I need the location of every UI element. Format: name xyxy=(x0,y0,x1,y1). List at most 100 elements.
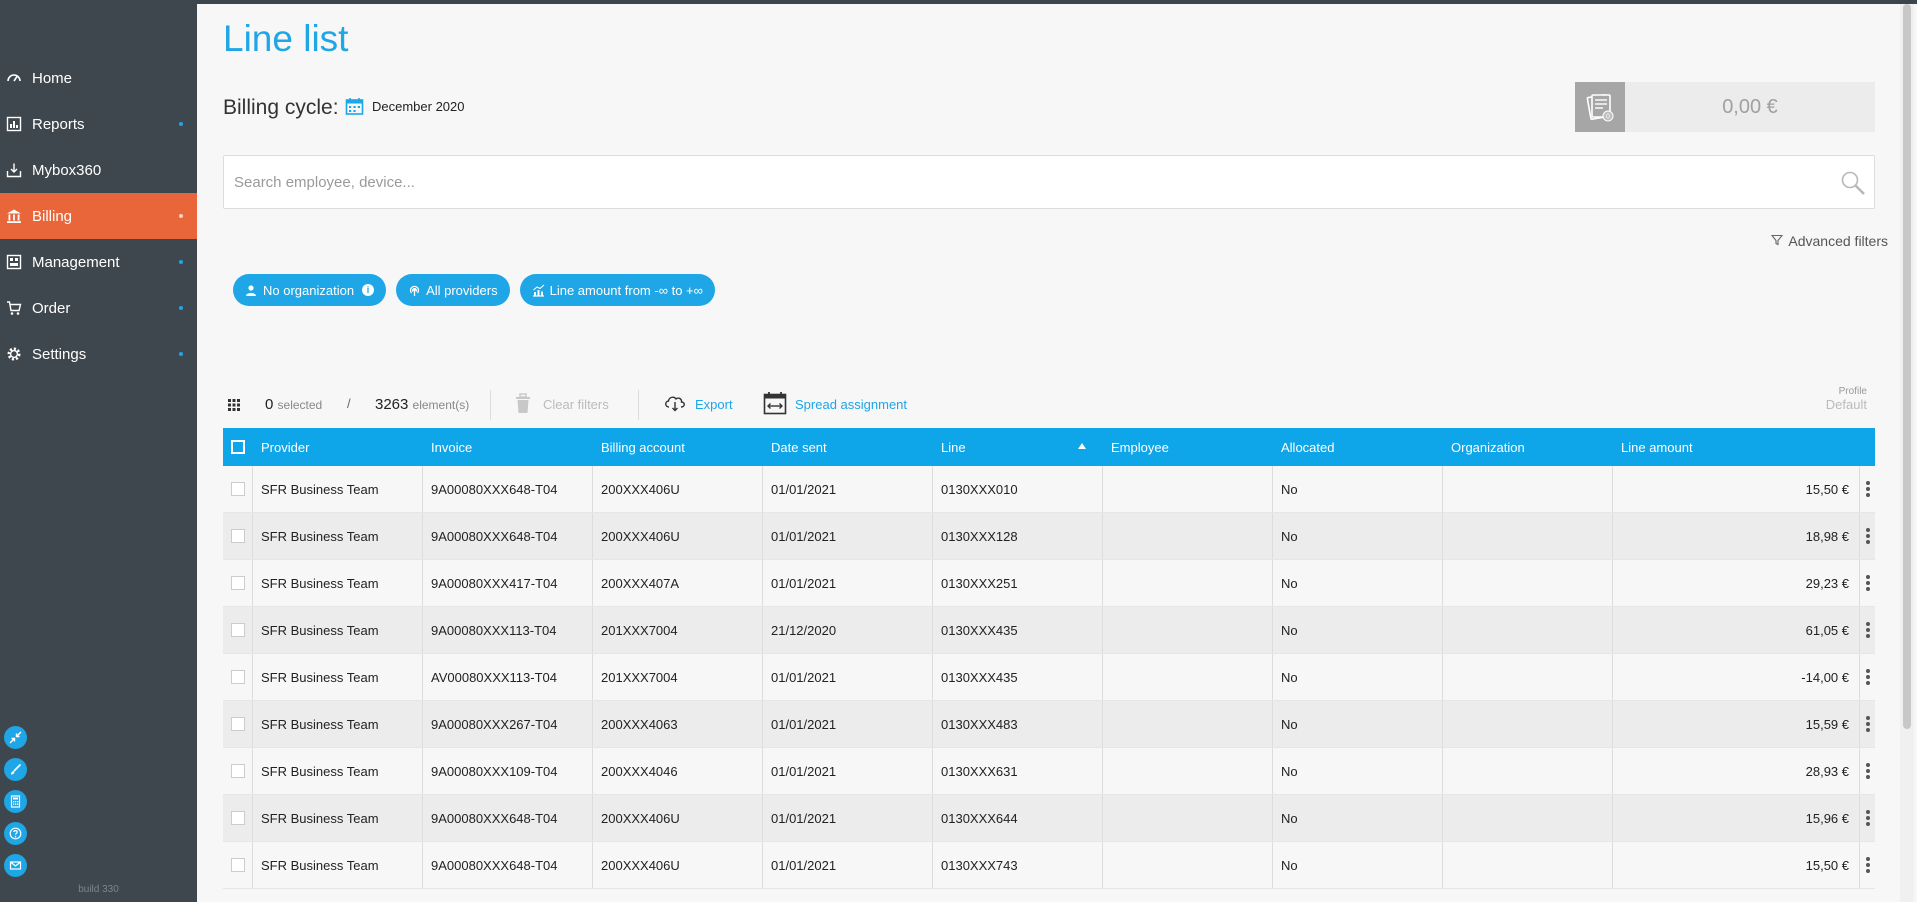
sidebar-item-billing[interactable]: Billing xyxy=(0,193,197,239)
calculator-icon[interactable] xyxy=(4,790,27,813)
sort-ascending-icon[interactable] xyxy=(1078,443,1086,449)
row-checkbox-cell xyxy=(223,466,253,512)
row-menu-button[interactable] xyxy=(1860,607,1875,653)
column-header-billing-account[interactable]: Billing account xyxy=(593,428,763,466)
invoice-stack-icon[interactable]: 0 xyxy=(1575,82,1625,132)
table-row[interactable]: SFR Business Team 9A00080XXX648-T04 200XXX… xyxy=(223,513,1875,560)
column-header-date-sent[interactable]: Date sent xyxy=(763,428,933,466)
column-header-invoice[interactable]: Invoice xyxy=(423,428,593,466)
chip-label: Line amount from -∞ to +∞ xyxy=(549,282,703,298)
grid-view-icon[interactable] xyxy=(228,398,240,416)
table-row[interactable]: SFR Business Team 9A00080XXX109-T04 200XXX… xyxy=(223,748,1875,795)
row-checkbox[interactable] xyxy=(230,858,245,872)
cell-provider: SFR Business Team xyxy=(253,560,423,606)
row-checkbox[interactable] xyxy=(230,811,245,825)
row-checkbox[interactable] xyxy=(230,623,245,637)
profile-selector[interactable]: Profile Default xyxy=(1826,386,1867,412)
row-menu-button[interactable] xyxy=(1860,701,1875,747)
row-checkbox-cell xyxy=(223,654,253,700)
table-row[interactable]: SFR Business Team 9A00080XXX417-T04 200XXX… xyxy=(223,560,1875,607)
organization-user-icon xyxy=(245,284,258,297)
cell-allocated: No xyxy=(1273,466,1443,512)
row-menu-button[interactable] xyxy=(1860,654,1875,700)
cell-date-sent: 01/01/2021 xyxy=(763,654,933,700)
toolbar-divider xyxy=(490,390,491,420)
row-checkbox[interactable] xyxy=(230,482,245,496)
page-scrollbar[interactable] xyxy=(1900,4,1914,902)
row-checkbox[interactable] xyxy=(230,670,245,684)
sidebar-item-label: Order xyxy=(32,299,71,317)
row-checkbox[interactable] xyxy=(230,529,245,543)
row-checkbox-cell xyxy=(223,560,253,606)
advanced-filters-link[interactable]: Advanced filters xyxy=(1771,233,1888,249)
info-icon[interactable]: i xyxy=(362,284,375,296)
search-input[interactable] xyxy=(224,156,1784,208)
chip-label: No organization xyxy=(263,282,355,298)
sidebar-nav: Home Reports Mybox360 Billing Management… xyxy=(0,55,197,377)
cell-billing-account: 200XXX4063 xyxy=(593,701,763,747)
row-menu-button[interactable] xyxy=(1860,795,1875,841)
brush-icon[interactable] xyxy=(4,758,27,781)
cell-allocated: No xyxy=(1273,560,1443,606)
sidebar-item-settings[interactable]: Settings xyxy=(0,331,197,377)
cell-billing-account: 200XXX406U xyxy=(593,466,763,512)
cell-provider: SFR Business Team xyxy=(253,654,423,700)
cell-line: 0130XXX251 xyxy=(933,560,1103,606)
column-header-provider[interactable]: Provider xyxy=(253,428,423,466)
chip-no-organization[interactable]: No organization i xyxy=(233,274,387,306)
column-header-line-amount[interactable]: Line amount xyxy=(1613,428,1860,466)
chip-line-amount[interactable]: Line amount from -∞ to +∞ xyxy=(519,274,715,306)
cart-icon xyxy=(6,300,22,316)
row-menu-button[interactable] xyxy=(1860,748,1875,794)
column-header-organization[interactable]: Organization xyxy=(1443,428,1613,466)
table-row[interactable]: SFR Business Team 9A00080XXX648-T04 200XXX… xyxy=(223,795,1875,842)
row-checkbox[interactable] xyxy=(230,764,245,778)
billing-cycle-value[interactable]: December 2020 xyxy=(372,99,465,114)
table-row[interactable]: SFR Business Team AV00080XXX113-T04 201XXX… xyxy=(223,654,1875,701)
row-checkbox[interactable] xyxy=(230,717,245,731)
collapse-arrows-icon[interactable] xyxy=(4,726,27,749)
column-header-allocated[interactable]: Allocated xyxy=(1273,428,1443,466)
clear-filters-label: Clear filters xyxy=(543,397,609,412)
row-menu-button[interactable] xyxy=(1860,560,1875,606)
cell-invoice: AV00080XXX113-T04 xyxy=(423,654,593,700)
toolbar-divider xyxy=(638,390,639,420)
row-menu-button[interactable] xyxy=(1860,466,1875,512)
spread-assignment-button[interactable]: Spread assignment xyxy=(763,391,907,418)
chart-trend-icon xyxy=(532,284,545,297)
export-button[interactable]: Export xyxy=(663,394,733,415)
cell-employee xyxy=(1103,466,1273,512)
row-checkbox-cell xyxy=(223,842,253,888)
scrollbar-thumb[interactable] xyxy=(1903,4,1911,729)
cell-employee xyxy=(1103,795,1273,841)
cell-employee xyxy=(1103,513,1273,559)
table-row[interactable]: SFR Business Team 9A00080XXX648-T04 200XXX… xyxy=(223,466,1875,513)
submenu-dot xyxy=(179,306,183,310)
sidebar-item-management[interactable]: Management xyxy=(0,239,197,285)
line-table: Provider Invoice Billing account Date se… xyxy=(223,428,1875,889)
mail-icon[interactable] xyxy=(4,854,27,877)
select-all-checkbox[interactable] xyxy=(231,440,245,454)
row-menu-button[interactable] xyxy=(1860,842,1875,888)
cell-organization xyxy=(1443,466,1613,512)
table-row[interactable]: SFR Business Team 9A00080XXX648-T04 200XXX… xyxy=(223,842,1875,889)
select-all-checkbox-cell xyxy=(223,428,253,466)
table-row[interactable]: SFR Business Team 9A00080XXX113-T04 201XXX… xyxy=(223,607,1875,654)
row-checkbox-cell xyxy=(223,795,253,841)
column-header-employee[interactable]: Employee xyxy=(1103,428,1273,466)
sidebar-item-order[interactable]: Order xyxy=(0,285,197,331)
row-menu-button[interactable] xyxy=(1860,513,1875,559)
cell-organization xyxy=(1443,654,1613,700)
cell-allocated: No xyxy=(1273,842,1443,888)
help-icon[interactable] xyxy=(4,822,27,845)
calendar-icon[interactable] xyxy=(345,97,364,121)
clear-filters-button[interactable]: Clear filters xyxy=(513,392,609,417)
sidebar-item-home[interactable]: Home xyxy=(0,55,197,101)
sidebar-item-reports[interactable]: Reports xyxy=(0,101,197,147)
chip-all-providers[interactable]: All providers xyxy=(396,274,510,306)
table-row[interactable]: SFR Business Team 9A00080XXX267-T04 200XXX… xyxy=(223,701,1875,748)
sidebar-item-mybox360[interactable]: Mybox360 xyxy=(0,147,197,193)
row-checkbox[interactable] xyxy=(230,576,245,590)
search-icon[interactable] xyxy=(1840,170,1866,201)
chart-report-icon xyxy=(6,116,22,132)
